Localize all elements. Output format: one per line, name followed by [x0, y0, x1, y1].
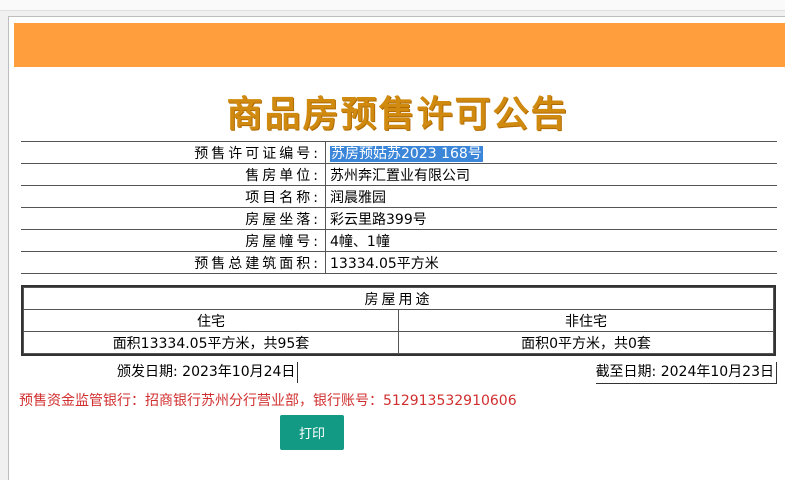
table-row: 项目名称: 润晨雅园	[21, 185, 777, 208]
announcement-page: 商品房预售许可公告 预售许可证编号: 苏房预姑苏2023 168号 售房单位: …	[8, 16, 785, 480]
permit-number-label: 预售许可证编号:	[21, 141, 326, 164]
table-row: 售房单位: 苏州奔汇置业有限公司	[21, 163, 777, 186]
residential-header: 住宅	[23, 309, 399, 332]
issue-date: 颁发日期: 2023年10月24日	[117, 362, 299, 383]
date-row: 颁发日期: 2023年10月24日 截至日期: 2024年10月23日	[21, 362, 777, 384]
table-row: 房屋幢号: 4幢、1幢	[21, 229, 777, 252]
project-name-label: 项目名称:	[21, 185, 326, 208]
building-number-label: 房屋幢号:	[21, 229, 326, 252]
orange-banner	[14, 23, 785, 67]
total-area-value: 13334.05平方米	[325, 251, 777, 274]
non-residential-header: 非住宅	[398, 309, 774, 332]
total-area-label: 预售总建筑面积:	[21, 251, 326, 274]
seller-value: 苏州奔汇置业有限公司	[325, 163, 777, 186]
location-label: 房屋坐落:	[21, 207, 326, 230]
usage-header: 房屋用途	[23, 287, 774, 310]
bank-info: 预售资金监管银行：招商银行苏州分行营业部，银行账号：51291353291060…	[19, 393, 517, 409]
seller-label: 售房单位:	[21, 163, 326, 186]
location-value: 彩云里路399号	[325, 207, 777, 230]
permit-number-value[interactable]: 苏房预姑苏2023 168号	[330, 145, 483, 162]
print-button[interactable]: 打印	[280, 415, 344, 450]
building-number-value: 4幢、1幢	[325, 229, 777, 252]
table-row: 预售许可证编号: 苏房预姑苏2023 168号	[21, 141, 777, 164]
expiry-date: 截至日期: 2024年10月23日	[595, 362, 777, 384]
project-name-value: 润晨雅园	[325, 185, 777, 208]
usage-table: 房屋用途 住宅 非住宅 面积13334.05平方米，共95套 面积0平方米，共0…	[21, 285, 776, 356]
page-title: 商品房预售许可公告	[226, 93, 569, 135]
table-row: 房屋坐落: 彩云里路399号	[21, 207, 777, 230]
permit-info-table: 预售许可证编号: 苏房预姑苏2023 168号 售房单位: 苏州奔汇置业有限公司…	[21, 141, 777, 274]
table-row: 预售总建筑面积: 13334.05平方米	[21, 251, 777, 274]
browser-top-strip	[0, 0, 785, 11]
residential-value: 面积13334.05平方米，共95套	[23, 331, 399, 354]
non-residential-value: 面积0平方米，共0套	[398, 331, 774, 354]
